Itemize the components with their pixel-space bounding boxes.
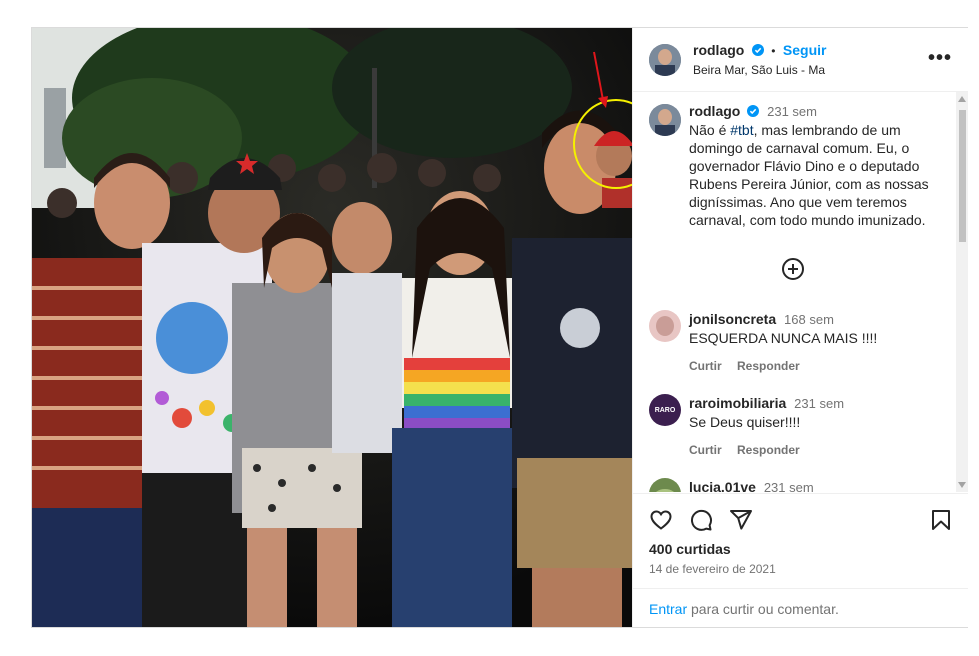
verified-icon — [751, 44, 764, 56]
post-header: rodlago • Seguir Beira Mar, São Luis - M… — [633, 28, 968, 92]
photo-illustration — [32, 28, 632, 627]
comment-actions: Curtir Responder — [689, 357, 949, 375]
comment-body: lucia.01ve 231 sem — [689, 478, 949, 492]
caption-time: 231 sem — [767, 104, 817, 119]
comments-list[interactable]: rodlago 231 sem Não é #tbt, mas lembrand… — [633, 92, 968, 492]
separator-dot: • — [771, 44, 776, 58]
header-name-row: rodlago • Seguir — [693, 42, 826, 60]
comment-body: raroimobiliaria 231 sem Se Deus quiser!!… — [689, 394, 949, 459]
commenter-avatar[interactable] — [649, 310, 681, 342]
comments-scrollbar[interactable] — [956, 92, 968, 492]
comment-username[interactable]: raroimobiliaria — [689, 395, 786, 411]
comment-time: 231 sem — [794, 396, 845, 411]
commenter-avatar[interactable] — [649, 478, 681, 492]
login-prompt-text: para curtir ou comentar. — [687, 601, 839, 617]
post-side-panel: rodlago • Seguir Beira Mar, São Luis - M… — [632, 28, 968, 627]
comment-username[interactable]: jonilsoncreta — [689, 311, 776, 327]
post-dialog: rodlago • Seguir Beira Mar, São Luis - M… — [31, 27, 968, 628]
caption-username[interactable]: rodlago — [689, 103, 740, 119]
author-username[interactable]: rodlago — [693, 42, 744, 58]
comment-actions: Curtir Responder — [689, 441, 949, 459]
comment-icon[interactable] — [689, 508, 713, 532]
add-circle-icon[interactable] — [782, 258, 804, 280]
post-actions-bar: 400 curtidas 14 de fevereiro de 2021 Ent… — [633, 493, 968, 628]
reply-button[interactable]: Responder — [737, 359, 800, 373]
comment-time: 231 sem — [763, 480, 814, 492]
verified-icon — [747, 105, 760, 117]
post-location[interactable]: Beira Mar, São Luis - Ma — [693, 63, 825, 77]
share-icon[interactable] — [729, 508, 753, 532]
more-icon[interactable]: ••• — [928, 48, 952, 68]
author-avatar[interactable] — [649, 44, 681, 76]
comment-body: jonilsoncreta 168 sem ESQUERDA NUNCA MAI… — [689, 310, 949, 375]
follow-button[interactable]: Seguir — [783, 42, 827, 58]
scroll-up-icon[interactable] — [958, 96, 966, 102]
bookmark-icon[interactable] — [929, 508, 953, 532]
reply-button[interactable]: Responder — [737, 443, 800, 457]
post-date: 14 de fevereiro de 2021 — [649, 562, 776, 576]
comment-username[interactable]: lucia.01ve — [689, 479, 756, 492]
scroll-down-icon[interactable] — [958, 482, 966, 488]
login-prompt: Entrar para curtir ou comentar. — [633, 588, 968, 629]
heart-icon[interactable] — [649, 508, 673, 532]
caption-prefix: Não é — [689, 122, 727, 138]
like-comment-button[interactable]: Curtir — [689, 359, 722, 373]
like-comment-button[interactable]: Curtir — [689, 443, 722, 457]
avatar-logo-text: RARO — [654, 406, 676, 414]
login-link[interactable]: Entrar — [649, 601, 687, 617]
likes-count[interactable]: 400 curtidas — [649, 541, 731, 557]
comment-text: Se Deus quiser!!!! — [689, 414, 801, 430]
comment-text: ESQUERDA NUNCA MAIS !!!! — [689, 330, 878, 346]
scrollbar-thumb[interactable] — [959, 110, 966, 242]
commenter-avatar[interactable]: RARO — [649, 394, 681, 426]
post-caption: rodlago 231 sem Não é #tbt, mas lembrand… — [689, 102, 951, 229]
post-photo — [32, 28, 632, 627]
caption-avatar[interactable] — [649, 104, 681, 136]
caption-hashtag[interactable]: #tbt — [730, 122, 753, 138]
comment-time: 168 sem — [784, 312, 834, 327]
